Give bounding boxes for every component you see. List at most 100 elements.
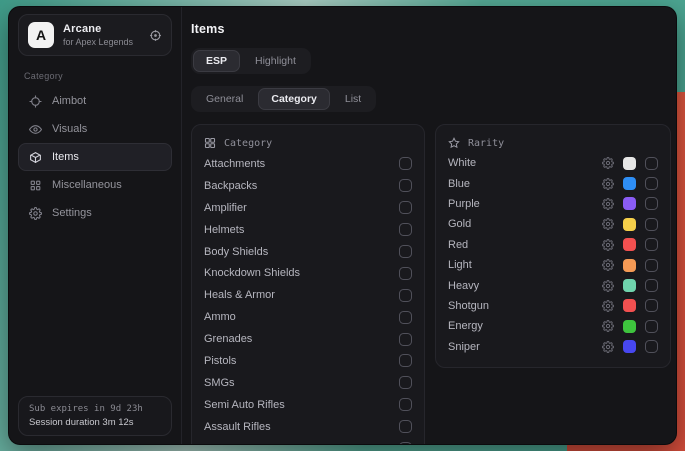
grid-dots-icon <box>29 179 42 192</box>
view-tab-group: GeneralCategoryList <box>191 86 376 112</box>
checkbox-blue[interactable] <box>645 177 658 190</box>
sidebar-item-items[interactable]: Items <box>18 143 172 171</box>
gear-icon[interactable] <box>602 300 614 312</box>
checkbox-backpacks[interactable] <box>399 179 412 192</box>
color-swatch-heavy[interactable] <box>623 279 636 292</box>
gear-icon[interactable] <box>602 320 614 332</box>
mode-tab-highlight[interactable]: Highlight <box>242 50 309 72</box>
sidebar-item-label: Settings <box>52 207 92 219</box>
crosshair-icon <box>29 95 42 108</box>
checkbox-grenades[interactable] <box>399 333 412 346</box>
checkbox-amplifier[interactable] <box>399 201 412 214</box>
category-row-semi-auto-rifles: Semi Auto Rifles <box>204 394 412 416</box>
color-swatch-purple[interactable] <box>623 197 636 210</box>
view-tab-list[interactable]: List <box>332 88 374 110</box>
rarity-row-label: Blue <box>448 178 470 190</box>
checkbox-assault-rifles[interactable] <box>399 420 412 433</box>
checkbox-lmgs[interactable] <box>399 442 412 445</box>
category-row-lmgs: LMGs <box>204 438 412 445</box>
rarity-row-label: Shotgun <box>448 300 489 312</box>
color-swatch-light[interactable] <box>623 259 636 272</box>
category-row-label: SMGs <box>204 377 235 389</box>
category-row-label: Ammo <box>204 311 236 323</box>
category-panel-title: Category <box>224 138 272 149</box>
target-icon[interactable] <box>149 29 162 42</box>
category-row-attachments: Attachments <box>204 153 412 175</box>
checkbox-heavy[interactable] <box>645 279 658 292</box>
checkbox-energy[interactable] <box>645 320 658 333</box>
color-swatch-shotgun[interactable] <box>623 299 636 312</box>
gear-icon[interactable] <box>602 259 614 271</box>
category-row-grenades: Grenades <box>204 328 412 350</box>
gear-icon[interactable] <box>602 280 614 292</box>
rarity-row-label: Sniper <box>448 341 480 353</box>
checkbox-purple[interactable] <box>645 197 658 210</box>
category-row-backpacks: Backpacks <box>204 175 412 197</box>
color-swatch-red[interactable] <box>623 238 636 251</box>
star-icon <box>448 137 460 149</box>
rarity-row-sniper: Sniper <box>448 337 658 357</box>
checkbox-attachments[interactable] <box>399 157 412 170</box>
checkbox-ammo[interactable] <box>399 311 412 324</box>
checkbox-knockdown-shields[interactable] <box>399 267 412 280</box>
gear-icon[interactable] <box>602 341 614 353</box>
category-row-ammo: Ammo <box>204 306 412 328</box>
rarity-row-blue: Blue <box>448 173 658 193</box>
checkbox-pistols[interactable] <box>399 354 412 367</box>
category-rows: AttachmentsBackpacksAmplifierHelmetsBody… <box>204 153 412 445</box>
rarity-row-label: Gold <box>448 218 471 230</box>
sidebar-spacer <box>18 227 172 396</box>
rarity-row-controls <box>602 157 658 170</box>
mode-tab-esp[interactable]: ESP <box>193 50 240 72</box>
checkbox-red[interactable] <box>645 238 658 251</box>
rarity-row-label: Purple <box>448 198 480 210</box>
gear-icon[interactable] <box>602 157 614 169</box>
rarity-row-light: Light <box>448 255 658 275</box>
gear-icon[interactable] <box>602 178 614 190</box>
color-swatch-gold[interactable] <box>623 218 636 231</box>
sidebar-item-label: Items <box>52 151 79 163</box>
checkbox-light[interactable] <box>645 259 658 272</box>
checkbox-gold[interactable] <box>645 218 658 231</box>
sidebar-item-aimbot[interactable]: Aimbot <box>18 87 172 115</box>
brand-name: Arcane <box>63 23 133 35</box>
category-row-body-shields: Body Shields <box>204 241 412 263</box>
rarity-row-label: Light <box>448 259 472 271</box>
checkbox-body-shields[interactable] <box>399 245 412 258</box>
session-info-box: Sub expires in 9d 23h Session duration 3… <box>18 396 172 436</box>
color-swatch-white[interactable] <box>623 157 636 170</box>
checkbox-helmets[interactable] <box>399 223 412 236</box>
eye-icon <box>29 123 42 136</box>
checkbox-heals-armor[interactable] <box>399 289 412 302</box>
category-row-label: Amplifier <box>204 202 247 214</box>
color-swatch-energy[interactable] <box>623 320 636 333</box>
checkbox-white[interactable] <box>645 157 658 170</box>
category-row-label: Knockdown Shields <box>204 267 300 279</box>
gear-icon[interactable] <box>602 198 614 210</box>
gear-icon[interactable] <box>602 239 614 251</box>
color-swatch-blue[interactable] <box>623 177 636 190</box>
grid-icon <box>204 137 216 149</box>
category-row-label: Body Shields <box>204 246 268 258</box>
checkbox-shotgun[interactable] <box>645 299 658 312</box>
sidebar-item-label: Visuals <box>52 123 87 135</box>
rarity-row-label: White <box>448 157 476 169</box>
rarity-panel-header: Rarity <box>448 133 658 153</box>
checkbox-semi-auto-rifles[interactable] <box>399 398 412 411</box>
sidebar-item-visuals[interactable]: Visuals <box>18 115 172 143</box>
rarity-row-white: White <box>448 153 658 173</box>
sidebar-item-miscellaneous[interactable]: Miscellaneous <box>18 171 172 199</box>
session-duration-text: Session duration 3m 12s <box>29 417 161 428</box>
sidebar-item-settings[interactable]: Settings <box>18 199 172 227</box>
rarity-row-controls <box>602 340 658 353</box>
checkbox-sniper[interactable] <box>645 340 658 353</box>
checkbox-smgs[interactable] <box>399 376 412 389</box>
gear-icon[interactable] <box>602 218 614 230</box>
color-swatch-sniper[interactable] <box>623 340 636 353</box>
view-tab-category[interactable]: Category <box>258 88 330 110</box>
category-row-label: Pistols <box>204 355 236 367</box>
view-tab-general[interactable]: General <box>193 88 256 110</box>
rarity-rows: WhiteBluePurpleGoldRedLightHeavyShotgunE… <box>448 153 658 357</box>
category-panel: Category AttachmentsBackpacksAmplifierHe… <box>191 124 425 445</box>
cube-icon <box>29 151 42 164</box>
